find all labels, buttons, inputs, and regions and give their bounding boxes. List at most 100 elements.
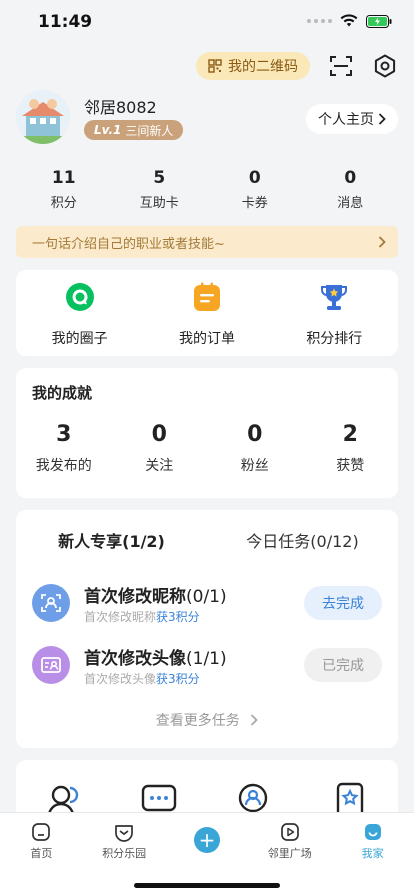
achievement-label: 粉丝 [240,458,269,474]
id-card-icon [32,646,70,684]
stat-points[interactable]: 11 积分 [16,168,112,216]
tasks-card: 新人专享(1/2) 今日任务(0/12) 首次修改昵称(0/1) 首次修改昵称获… [16,510,398,748]
username: 邻居8082 [84,98,157,117]
achievements-title: 我的成就 [32,384,93,402]
stat-value: 5 [153,168,166,188]
tab-daily[interactable]: 今日任务(0/12) [207,528,398,552]
task-title: 首次修改昵称(0/1) [84,582,227,607]
tab-my-home[interactable]: 我家 [331,813,414,865]
achievement-value: 0 [247,422,263,447]
view-more-label: 查看更多任务 [155,713,240,729]
view-more-tasks-link[interactable]: 查看更多任务 [16,710,398,730]
service-item-neighbors[interactable] [16,760,112,820]
avatar[interactable] [16,90,70,144]
qr-code-icon [208,59,222,73]
order-list-icon [192,282,222,312]
tab-label: 我家 [361,847,384,860]
achievement-value: 3 [56,422,72,447]
tab-label: 首页 [30,847,53,860]
tab-publish[interactable]: + [166,813,249,865]
quick-link-label: 积分排行 [306,331,363,347]
tab-label: 邻里广场 [267,847,312,860]
stat-coupons[interactable]: 0 卡券 [207,168,303,216]
qr-label: 我的二维码 [228,59,298,75]
gear-icon [374,54,396,78]
stat-messages[interactable]: 0 消息 [303,168,399,216]
tab-label: 积分乐园 [102,847,147,860]
personal-homepage-label: 个人主页 [318,112,374,128]
status-time: 11:49 [38,12,93,32]
home-indicator [134,883,280,888]
chat-bubble-icon [65,282,95,312]
task-item-nickname: 首次修改昵称(0/1) 首次修改昵称获3积分 去完成 [32,582,382,626]
achievement-value: 2 [342,422,358,447]
my-qr-code-button[interactable]: 我的二维码 [196,52,310,80]
profile-header: 邻居8082 Lv.1 三间新人 个人主页 [16,90,398,152]
signal-icon [307,19,332,23]
quick-link-my-orders[interactable]: 我的订单 [143,270,270,356]
wifi-icon [340,14,358,27]
achievements-row: 3 我发布的 0 关注 0 粉丝 2 获赞 [16,422,398,475]
tab-neighbor-square[interactable]: 邻里广场 [248,813,331,865]
stat-label: 积分 [50,196,77,211]
plus-icon: + [193,827,220,853]
task-progress: (0/1) [186,587,227,607]
status-icons [307,14,392,28]
settings-button[interactable] [372,53,398,79]
stat-value: 11 [51,168,76,188]
quick-link-label: 我的圈子 [51,331,108,347]
video-square-icon [279,821,301,843]
top-actions: 我的二维码 [196,52,398,80]
chevron-right-icon [378,113,386,125]
stats-row: 11 积分 5 互助卡 0 卡券 0 消息 [16,168,398,216]
bottom-tab-bar: 首页 积分乐园 + 邻里广场 我家 [0,812,414,896]
achievement-label: 我发布的 [35,458,92,474]
service-item-badge[interactable] [303,760,399,820]
go-complete-button[interactable]: 去完成 [304,586,382,620]
task-reward: 获3积分 [156,610,200,624]
task-subtitle: 首次修改头像获3积分 [84,670,200,687]
stat-label: 互助卡 [139,196,179,211]
personal-homepage-button[interactable]: 个人主页 [306,104,398,134]
scan-icon [330,56,352,76]
task-reward: 获3积分 [156,672,200,686]
services-card [16,760,398,820]
quick-link-label: 我的订单 [178,331,235,347]
task-title: 首次修改头像(1/1) [84,644,227,669]
points-park-icon [113,821,135,843]
chevron-right-icon [251,714,258,726]
level-badge: Lv.1 三间新人 [84,120,184,140]
service-item-search-people[interactable] [207,760,303,820]
achievement-label: 获赞 [336,458,365,474]
tab-points-park[interactable]: 积分乐园 [83,813,166,865]
intro-prompt-bar[interactable]: 一句话介绍自己的职业或者技能~ [16,226,398,258]
task-tabs: 新人专享(1/2) 今日任务(0/12) [16,528,398,552]
quick-links-card: 我的圈子 我的订单 积分排行 [16,270,398,356]
stat-help-cards[interactable]: 5 互助卡 [112,168,208,216]
achievement-followers[interactable]: 0 粉丝 [207,422,303,475]
service-item-messages[interactable] [112,760,208,820]
achievement-following[interactable]: 0 关注 [112,422,208,475]
battery-icon [366,14,392,28]
tab-newcomer[interactable]: 新人专享(1/2) [16,528,207,552]
my-home-icon [362,821,384,843]
stat-label: 消息 [337,196,364,211]
home-icon [30,821,52,843]
chevron-right-icon [378,236,386,248]
tab-home[interactable]: 首页 [0,813,83,865]
scan-button[interactable] [328,53,354,79]
achievement-label: 关注 [145,458,174,474]
quick-link-points-ranking[interactable]: 积分排行 [271,270,398,356]
level-title: 三间新人 [125,123,174,138]
quick-link-my-circle[interactable]: 我的圈子 [16,270,143,356]
completed-button[interactable]: 已完成 [304,648,382,682]
task-title-text: 首次修改头像 [84,649,186,669]
achievement-posts[interactable]: 3 我发布的 [16,422,112,475]
profile-card-icon [32,584,70,622]
intro-prompt-text: 一句话介绍自己的职业或者技能~ [32,236,225,252]
task-progress: (1/1) [186,649,227,669]
status-bar: 11:49 [0,0,414,46]
stat-value: 0 [344,168,357,188]
achievement-likes[interactable]: 2 获赞 [303,422,399,475]
avatar-illustration-icon [16,90,70,144]
